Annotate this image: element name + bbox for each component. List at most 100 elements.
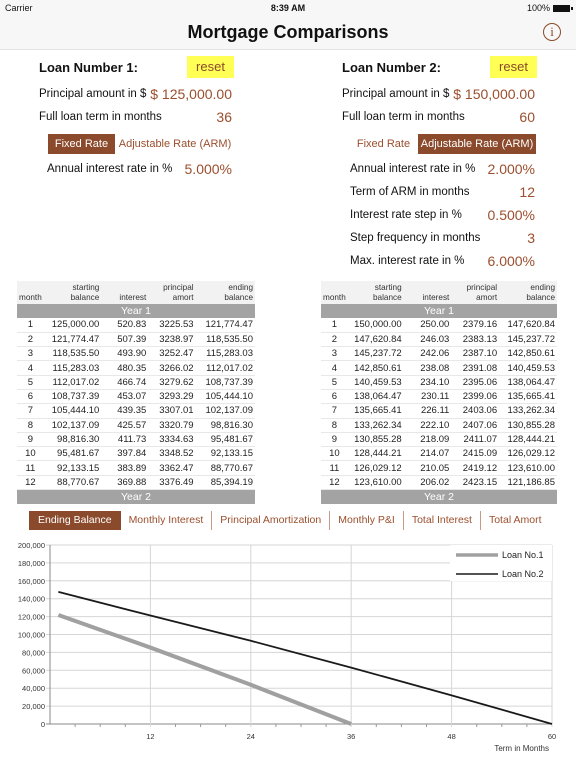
loan-2-principal-input[interactable]: $ 150,000.00: [433, 86, 535, 102]
ending-balance-cell: 95,481.67: [195, 432, 255, 448]
tab-monthly-pi[interactable]: Monthly P&I: [330, 511, 404, 530]
interest-cell: 214.07: [403, 446, 452, 462]
table-row[interactable]: 3 118,535.50 493.90 3252.47 115,283.03: [17, 346, 255, 362]
loan-1-arm-tab[interactable]: Adjustable Rate (ARM): [118, 134, 232, 154]
loan-2-reset-button[interactable]: reset: [490, 56, 537, 78]
table-header-row: month starting balance interest principal…: [321, 281, 557, 304]
month-cell: 1: [17, 318, 44, 333]
table-row[interactable]: 1 150,000.00 250.00 2379.16 147,620.84: [321, 318, 557, 333]
interest-cell: 246.03: [403, 332, 452, 348]
ending-balance-cell: 128,444.21: [499, 432, 557, 448]
ending-balance-cell: 147,620.84: [499, 318, 557, 333]
month-cell: 3: [17, 346, 44, 362]
loan-1-principal-input[interactable]: $ 125,000.00: [130, 86, 232, 102]
tab-total-interest[interactable]: Total Interest: [404, 511, 481, 530]
info-icon[interactable]: i: [543, 23, 561, 41]
tab-monthly-interest[interactable]: Monthly Interest: [121, 511, 213, 530]
principal-amort-cell: 2423.15: [451, 475, 500, 491]
status-bar: Carrier 8:39 AM 100%: [0, 0, 576, 16]
starting-balance-cell: 125,000.00: [43, 318, 102, 333]
starting-balance-cell: 118,535.50: [43, 346, 102, 362]
x-axis-label: Term in Months: [494, 744, 549, 753]
principal-amort-cell: 2383.13: [451, 332, 500, 348]
interest-cell: 507.39: [101, 332, 149, 348]
starting-balance-cell: 112,017.02: [43, 375, 102, 390]
starting-balance-cell: 138,064.47: [347, 389, 404, 405]
loan-2-amortization-table[interactable]: month starting balance interest principal…: [321, 281, 557, 504]
table-row[interactable]: 9 98,816.30 411.73 3334.63 95,481.67: [17, 432, 255, 448]
y-tick-label: 60,000: [22, 666, 45, 675]
table-row[interactable]: 9 130,855.28 218.09 2411.07 128,444.21: [321, 432, 557, 448]
interest-cell: 520.83: [101, 318, 149, 333]
starting-balance-cell: 102,137.09: [43, 418, 102, 433]
starting-balance-cell: 121,774.47: [43, 332, 102, 348]
header-principal-amort: principal amort: [451, 281, 500, 304]
loan-2-rate-step-input[interactable]: 0.500%: [473, 207, 535, 223]
loan-2-term-input[interactable]: 60: [483, 109, 535, 125]
x-tick-label: 12: [146, 732, 154, 741]
tab-principal-amortization[interactable]: Principal Amortization: [212, 511, 331, 530]
month-cell: 2: [17, 332, 44, 348]
table-row[interactable]: 4 142,850.61 238.08 2391.08 140,459.53: [321, 360, 557, 376]
loan-1-reset-button[interactable]: reset: [187, 56, 234, 78]
loan-2-step-frequency-input[interactable]: 3: [473, 230, 535, 246]
battery-indicator: 100%: [527, 3, 573, 13]
interest-cell: 425.57: [101, 418, 149, 433]
starting-balance-cell: 98,816.30: [43, 432, 102, 448]
y-tick-label: 160,000: [18, 577, 45, 586]
ending-balance-cell: 112,017.02: [195, 360, 255, 376]
loan-1-term-label: Full loan term in months: [39, 111, 162, 123]
loan-1-fixed-rate-tab[interactable]: Fixed Rate: [48, 134, 115, 154]
principal-amort-cell: 2419.12: [451, 460, 500, 476]
tab-total-amort[interactable]: Total Amort: [481, 511, 550, 530]
interest-cell: 250.00: [403, 318, 452, 333]
table-row[interactable]: 10 128,444.21 214.07 2415.09 126,029.12: [321, 446, 557, 462]
table-row[interactable]: 10 95,481.67 397.84 3348.52 92,133.15: [17, 446, 255, 462]
interest-cell: 397.84: [101, 446, 149, 462]
table-row[interactable]: 1 125,000.00 520.83 3225.53 121,774.47: [17, 318, 255, 333]
tab-ending-balance[interactable]: Ending Balance: [29, 511, 121, 530]
header-ending-balance: ending balance: [499, 281, 557, 304]
loan-1-rate-input[interactable]: 5.000%: [170, 161, 232, 177]
interest-cell: 369.88: [101, 475, 149, 491]
header-starting-balance: starting balance: [347, 281, 404, 304]
table-row[interactable]: 5 140,459.53 234.10 2395.06 138,064.47: [321, 375, 557, 390]
loan-2-arm-term-label: Term of ARM in months: [350, 186, 470, 198]
y-tick-label: 140,000: [18, 595, 45, 604]
loan-2-fixed-rate-tab[interactable]: Fixed Rate: [351, 134, 416, 154]
x-tick-label: 60: [548, 732, 556, 741]
table-row[interactable]: 11 126,029.12 210.05 2419.12 123,610.00: [321, 460, 557, 476]
table-row[interactable]: 2 147,620.84 246.03 2383.13 145,237.72: [321, 332, 557, 348]
table-row[interactable]: 8 133,262.34 222.10 2407.06 130,855.28: [321, 418, 557, 433]
starting-balance-cell: 140,459.53: [347, 375, 404, 390]
table-row[interactable]: 6 138,064.47 230.11 2399.06 135,665.41: [321, 389, 557, 405]
table-row[interactable]: 12 123,610.00 206.02 2423.15 121,186.85: [321, 475, 557, 491]
loan-2-term-label: Full loan term in months: [342, 111, 465, 123]
loan-1-term-input[interactable]: 36: [180, 109, 232, 125]
month-cell: 5: [17, 375, 44, 390]
table-row[interactable]: 7 105,444.10 439.35 3307.01 102,137.09: [17, 403, 255, 419]
table-row[interactable]: 11 92,133.15 383.89 3362.47 88,770.67: [17, 460, 255, 476]
table-row[interactable]: 7 135,665.41 226.11 2403.06 133,262.34: [321, 403, 557, 419]
loan-2-arm-term-input[interactable]: 12: [473, 184, 535, 200]
month-cell: 12: [321, 475, 348, 491]
month-cell: 12: [17, 475, 44, 491]
loan-2-rate-step-label: Interest rate step in %: [350, 209, 462, 221]
loan-2-arm-tab[interactable]: Adjustable Rate (ARM): [418, 134, 536, 154]
table-row[interactable]: 12 88,770.67 369.88 3376.49 85,394.19: [17, 475, 255, 491]
table-row[interactable]: 5 112,017.02 466.74 3279.62 108,737.39: [17, 375, 255, 390]
table-row[interactable]: 8 102,137.09 425.57 3320.79 98,816.30: [17, 418, 255, 433]
table-row[interactable]: 6 108,737.39 453.07 3293.29 105,444.10: [17, 389, 255, 405]
table-row[interactable]: 4 115,283.03 480.35 3266.02 112,017.02: [17, 360, 255, 376]
interest-cell: 411.73: [101, 432, 149, 448]
starting-balance-cell: 88,770.67: [43, 475, 102, 491]
loan-2-rate-input[interactable]: 2.000%: [473, 161, 535, 177]
loan-1-amortization-table[interactable]: month starting balance interest principal…: [17, 281, 255, 504]
starting-balance-cell: 115,283.03: [43, 360, 102, 376]
interest-cell: 222.10: [403, 418, 452, 433]
table-row[interactable]: 3 145,237.72 242.06 2387.10 142,850.61: [321, 346, 557, 362]
starting-balance-cell: 135,665.41: [347, 403, 404, 419]
month-cell: 4: [17, 360, 44, 376]
table-row[interactable]: 2 121,774.47 507.39 3238.97 118,535.50: [17, 332, 255, 348]
loan-2-max-rate-input[interactable]: 6.000%: [473, 253, 535, 269]
